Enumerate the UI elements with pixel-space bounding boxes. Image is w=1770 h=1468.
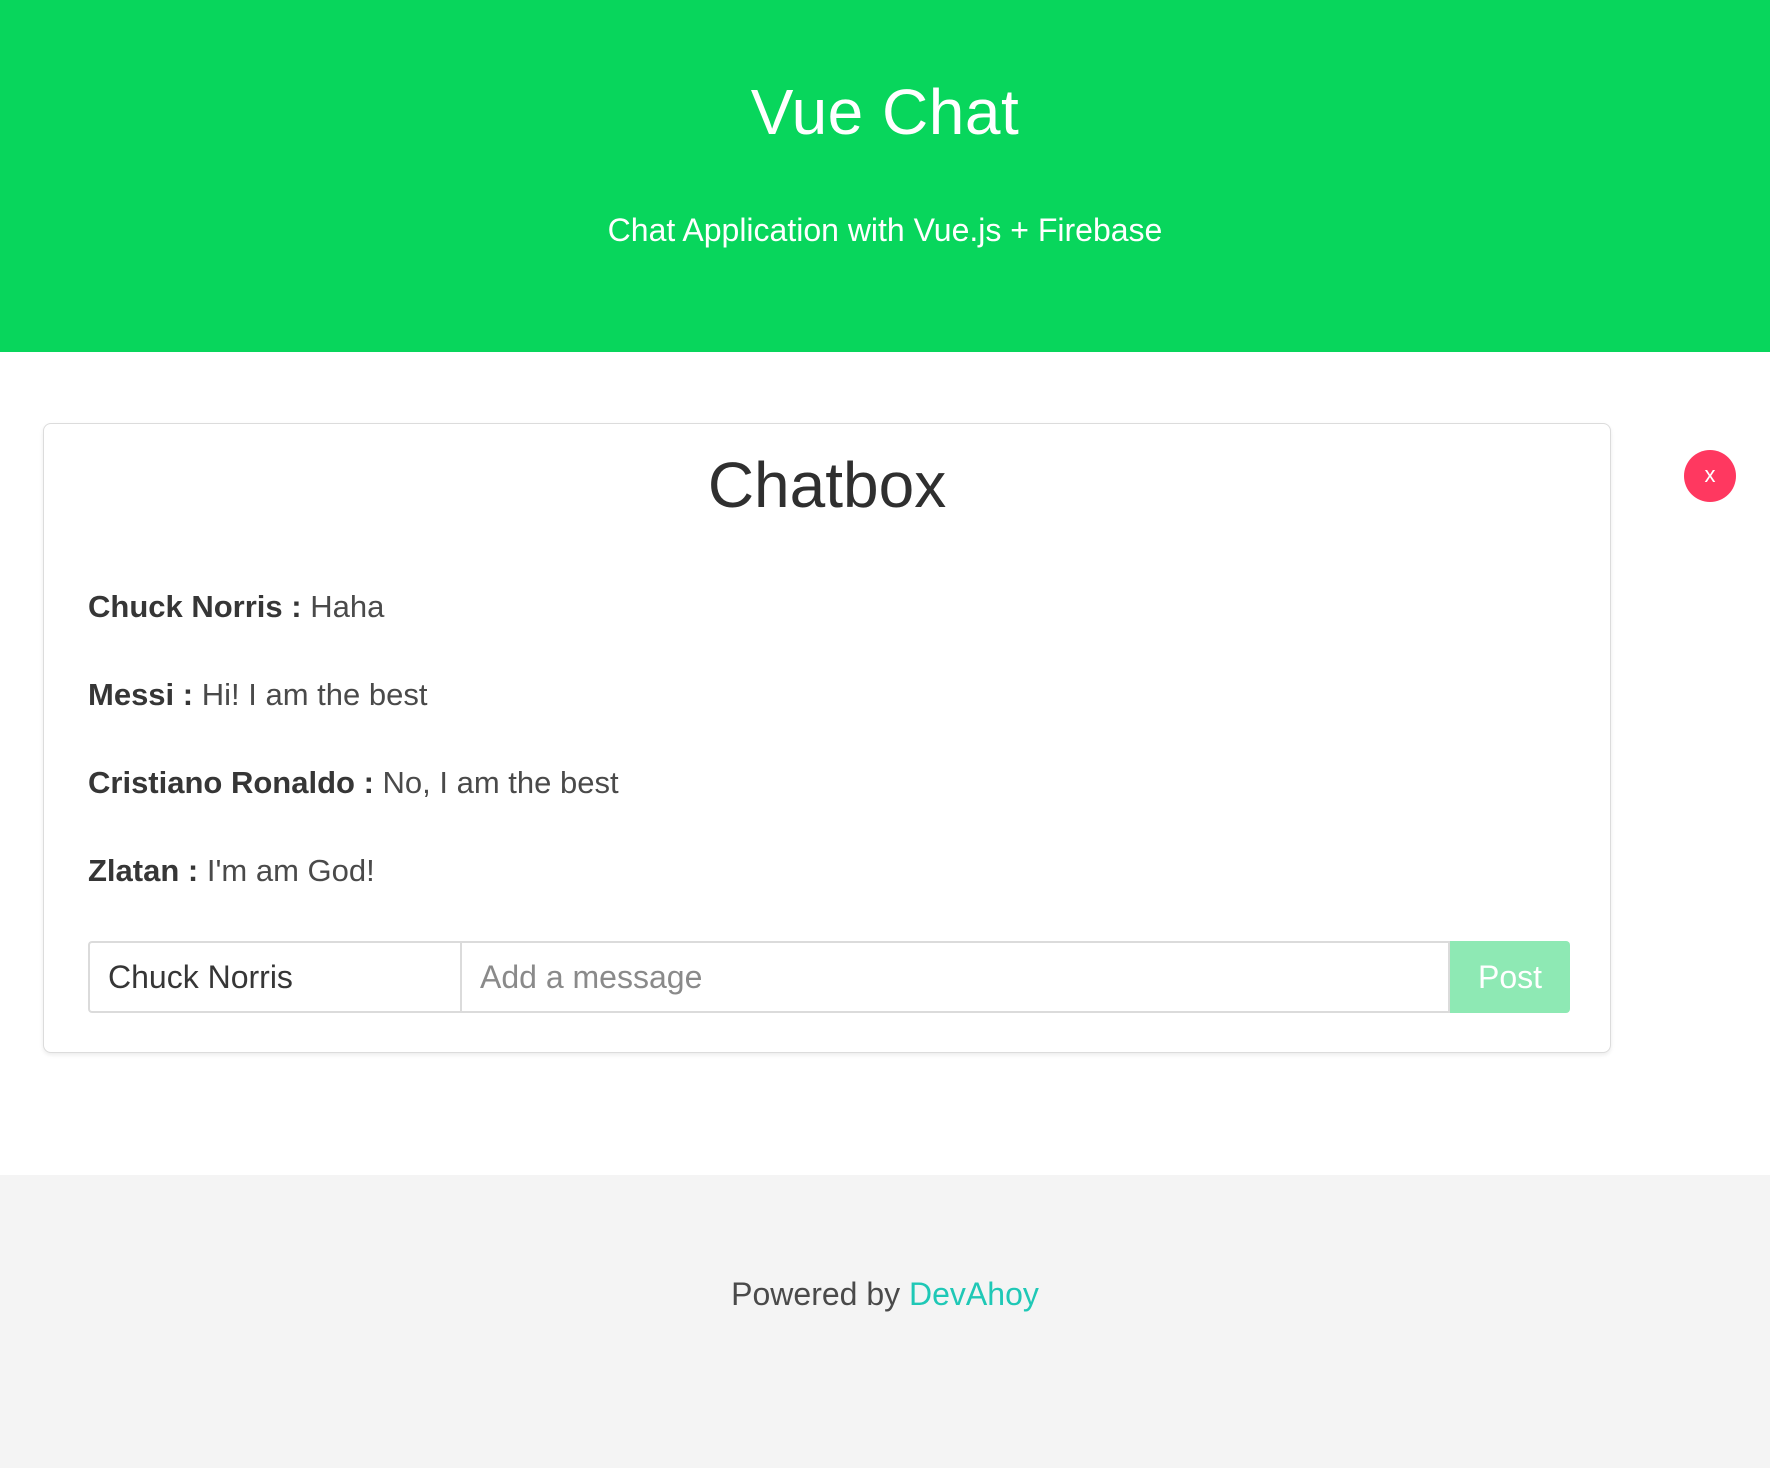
list-item: Chuck Norris : Haha	[88, 587, 1558, 675]
powered-by-label: Powered by	[731, 1276, 901, 1312]
message-separator: :	[354, 765, 383, 800]
chatbox-title: Chatbox	[707, 449, 947, 521]
message-text: Hi! I am the best	[201, 677, 428, 712]
page-footer: Powered by DevAhoy	[0, 1175, 1770, 1468]
message-input[interactable]	[460, 941, 1450, 1013]
list-item: Messi : Hi! I am the best	[88, 675, 1558, 763]
main-section: Chatbox Chuck Norris : Haha Messi : Hi! …	[0, 352, 1770, 1175]
message-text: Haha	[310, 589, 385, 624]
powered-by-text: Powered by DevAhoy	[0, 1275, 1770, 1313]
message-separator: :	[179, 853, 207, 888]
message-author: Chuck Norris	[88, 589, 283, 624]
message-text: I'm am God!	[206, 853, 375, 888]
devahoy-link[interactable]: DevAhoy	[909, 1276, 1039, 1312]
close-icon: x	[1704, 462, 1716, 487]
message-author: Messi	[88, 677, 175, 712]
list-item: Zlatan : I'm am God!	[88, 851, 1558, 939]
list-item: Cristiano Ronaldo : No, I am the best	[88, 763, 1558, 851]
message-author: Cristiano Ronaldo	[88, 765, 355, 800]
post-button[interactable]: Post	[1450, 941, 1570, 1013]
chatbox-panel: Chatbox Chuck Norris : Haha Messi : Hi! …	[43, 423, 1611, 1053]
message-text: No, I am the best	[382, 765, 619, 800]
message-list: Chuck Norris : Haha Messi : Hi! I am the…	[88, 587, 1558, 939]
message-composer: Post	[88, 941, 1570, 1013]
app-title: Vue Chat	[750, 76, 1020, 148]
close-button[interactable]: x	[1684, 450, 1736, 502]
message-separator: :	[282, 589, 311, 624]
app-subtitle: Chat Application with Vue.js + Firebase	[607, 212, 1163, 248]
author-name-input[interactable]	[88, 941, 460, 1013]
hero-header: Vue Chat Chat Application with Vue.js + …	[0, 0, 1770, 352]
message-author: Zlatan	[88, 853, 180, 888]
message-separator: :	[174, 677, 202, 712]
